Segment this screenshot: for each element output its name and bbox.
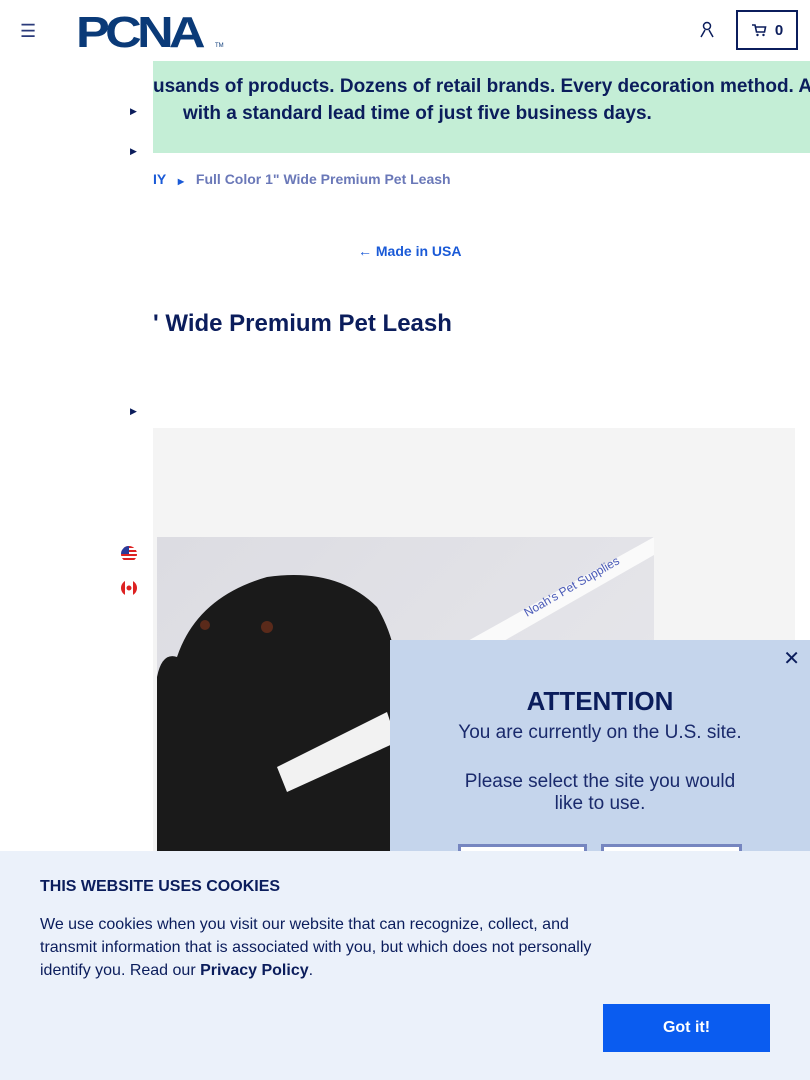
promo-banner: usands of products. Dozens of retail bra… <box>153 61 810 153</box>
modal-current-site: You are currently on the U.S. site. <box>458 722 742 743</box>
arrow-left-icon: ← <box>358 243 376 259</box>
cookie-title: THIS WEBSITE USES COOKIES <box>40 878 281 895</box>
caret-right-icon[interactable]: ▶ <box>130 106 137 117</box>
banner-line-1: usands of products. Dozens of retail bra… <box>153 76 810 97</box>
cart-button[interactable]: 0 <box>736 10 798 50</box>
breadcrumb-current: Full Color 1" Wide Premium Pet Leash <box>195 171 451 187</box>
trademark: TM <box>215 43 224 49</box>
close-icon[interactable]: ✕ <box>783 646 800 671</box>
canada-flag-icon[interactable] <box>121 580 137 596</box>
user-account-icon[interactable] <box>698 20 716 40</box>
breadcrumb-prev[interactable]: IY <box>153 171 166 187</box>
breadcrumb: IY ▶ Full Color 1" Wide Premium Pet Leas… <box>153 171 451 187</box>
leash-print: Noah's Pet Supplies <box>522 554 622 620</box>
cookie-banner: THIS WEBSITE USES COOKIES We use cookies… <box>0 851 810 1080</box>
banner-line-2: with a standard lead time of just five b… <box>183 103 652 124</box>
privacy-policy-link[interactable]: Privacy Policy <box>200 962 309 979</box>
hamburger-menu-icon[interactable]: ☰ <box>20 22 36 40</box>
site-selection-modal: ✕ ATTENTION You are currently on the U.S… <box>390 640 810 884</box>
cookie-body: We use cookies when you visit our websit… <box>40 916 592 979</box>
pcna-logo[interactable]: PCNA <box>76 8 206 58</box>
cookie-text: We use cookies when you visit our websit… <box>40 913 610 982</box>
cart-count: 0 <box>774 21 784 39</box>
accept-cookies-button[interactable]: Got it! <box>603 1004 770 1052</box>
cart-icon <box>751 24 767 37</box>
back-link[interactable]: ← Made in USA <box>358 243 461 259</box>
caret-right-icon[interactable]: ▶ <box>130 406 137 417</box>
breadcrumb-separator-icon: ▶ <box>177 177 185 186</box>
header: ☰ PCNA TM 0 <box>0 0 810 61</box>
us-flag-icon[interactable] <box>121 546 137 562</box>
modal-title: ATTENTION <box>526 686 674 716</box>
caret-right-icon[interactable]: ▶ <box>130 146 137 157</box>
modal-instructions: Please select the site you would like to… <box>464 771 736 814</box>
cookie-period: . <box>308 962 314 979</box>
back-link-label: Made in USA <box>375 243 462 259</box>
product-title: ' Wide Premium Pet Leash <box>153 310 452 337</box>
